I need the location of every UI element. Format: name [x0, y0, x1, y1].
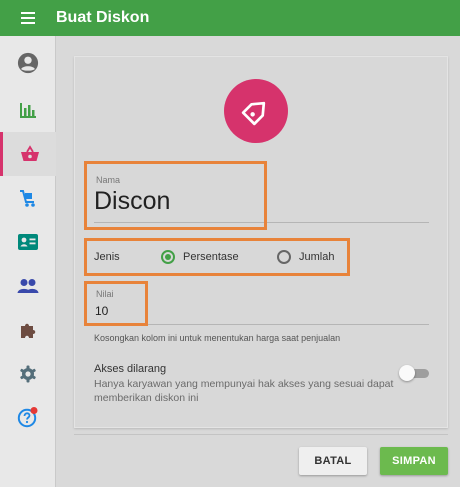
sidebar-item-reports[interactable]	[0, 88, 56, 132]
sidebar-item-help[interactable]	[0, 395, 56, 439]
sidebar	[0, 36, 56, 487]
sidebar-item-account[interactable]	[0, 41, 56, 85]
akses-description: Hanya karyawan yang mempunyai hak akses …	[94, 378, 394, 404]
sidebar-item-employees[interactable]	[0, 264, 56, 308]
account-circle-icon	[17, 52, 39, 74]
akses-toggle-thumb[interactable]	[399, 365, 415, 381]
cancel-button[interactable]: BATAL	[299, 447, 367, 475]
gear-icon	[20, 365, 36, 383]
basket-icon	[20, 145, 39, 161]
tag-icon	[241, 101, 266, 126]
jenis-highlight	[84, 238, 350, 276]
notification-badge	[30, 407, 38, 414]
help-icon	[17, 407, 38, 428]
nilai-field-highlight	[84, 281, 148, 326]
bar-chart-icon	[20, 103, 36, 118]
sidebar-item-settings[interactable]	[0, 352, 56, 396]
puzzle-icon	[21, 323, 36, 338]
id-card-icon	[18, 234, 38, 250]
page-title: Buat Diskon	[56, 9, 150, 26]
sidebar-item-cart[interactable]	[0, 176, 56, 220]
cart-icon	[20, 190, 35, 207]
akses-title: Akses dilarang	[94, 363, 167, 375]
sidebar-item-items[interactable]	[0, 132, 56, 176]
sidebar-item-customers[interactable]	[0, 220, 56, 264]
menu-icon[interactable]	[0, 0, 56, 36]
people-icon	[17, 279, 39, 293]
save-button[interactable]: SIMPAN	[380, 447, 448, 475]
nilai-helper-text: Kosongkan kolom ini untuk menentukan har…	[94, 333, 341, 343]
app-bar: Buat Diskon	[0, 0, 460, 36]
sidebar-item-integrations[interactable]	[0, 308, 56, 352]
discount-avatar	[224, 79, 288, 143]
name-field-highlight	[84, 161, 267, 230]
divider	[74, 434, 448, 435]
